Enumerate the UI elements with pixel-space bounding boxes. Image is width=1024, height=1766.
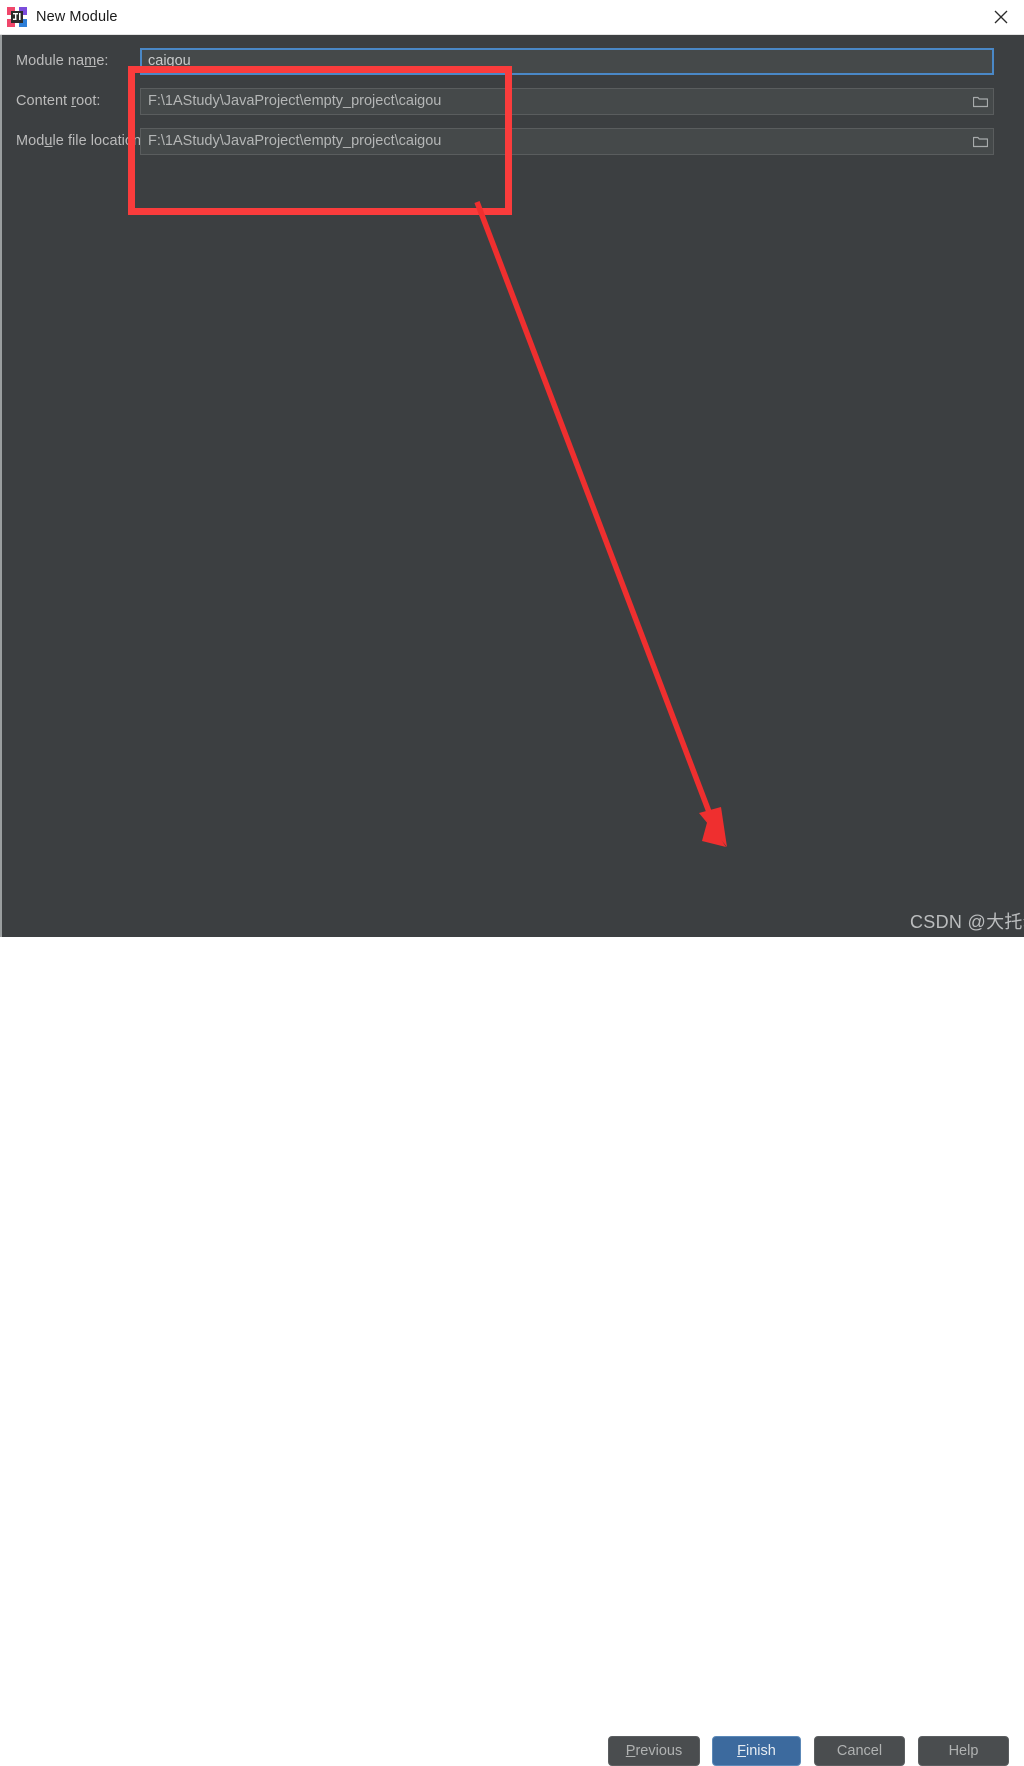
form-row-module-name: Module name: caigou xyxy=(2,47,1024,75)
close-button[interactable] xyxy=(978,0,1024,34)
form-row-module-file-location: Module file location: F:\1AStudy\JavaPro… xyxy=(2,127,1024,155)
new-module-dialog: New Module Module name: caigou Content r xyxy=(0,0,1024,1766)
previous-button[interactable]: Previous xyxy=(608,1736,700,1766)
finish-button[interactable]: Finish xyxy=(712,1736,801,1766)
title-bar-left: New Module xyxy=(0,7,118,27)
module-name-label: Module name: xyxy=(2,53,140,69)
close-icon xyxy=(994,10,1008,24)
form-row-content-root: Content root: F:\1AStudy\JavaProject\emp… xyxy=(2,87,1024,115)
content-root-label-after: oot: xyxy=(76,93,101,109)
finish-label-mnemonic: F xyxy=(737,1743,747,1759)
module-name-label-mnemonic: m xyxy=(84,53,97,69)
module-file-location-label-before: Mod xyxy=(16,133,45,149)
content-root-input[interactable]: F:\1AStudy\JavaProject\empty_project\cai… xyxy=(140,87,994,115)
folder-icon xyxy=(972,95,988,108)
module-file-location-label: Module file location: xyxy=(2,133,145,149)
dialog-footer: Previous Finish Cancel Help xyxy=(2,875,1024,1766)
content-root-value: F:\1AStudy\JavaProject\empty_project\cai… xyxy=(148,93,442,109)
module-name-input[interactable]: caigou xyxy=(140,47,994,75)
previous-label-after: revious xyxy=(635,1743,683,1759)
content-root-browse-button[interactable] xyxy=(967,89,993,114)
folder-icon xyxy=(972,135,988,148)
module-file-location-value: F:\1AStudy\JavaProject\empty_project\cai… xyxy=(148,133,442,149)
title-bar: New Module xyxy=(0,0,1024,35)
module-file-location-input[interactable]: F:\1AStudy\JavaProject\empty_project\cai… xyxy=(140,127,994,155)
intellij-idea-icon xyxy=(7,7,27,27)
finish-label-after: inish xyxy=(746,1743,776,1759)
previous-label-mnemonic: P xyxy=(625,1743,636,1759)
help-label: Help xyxy=(948,1743,979,1759)
module-name-value: caigou xyxy=(148,53,191,69)
dialog-body: Module name: caigou Content root: F:\1AS… xyxy=(0,35,1024,1766)
annotation-red-arrow xyxy=(474,201,727,847)
module-name-label-after: e: xyxy=(96,53,109,69)
window-title: New Module xyxy=(36,9,118,25)
module-file-location-browse-button[interactable] xyxy=(967,129,993,154)
cancel-label: Cancel xyxy=(836,1743,883,1759)
content-root-label-before: Content xyxy=(16,93,72,109)
cancel-button[interactable]: Cancel xyxy=(814,1736,905,1766)
module-name-label-before: Module na xyxy=(16,53,85,69)
help-button[interactable]: Help xyxy=(918,1736,1009,1766)
content-root-label: Content root: xyxy=(2,93,140,109)
module-file-location-label-after: le file location: xyxy=(52,133,146,149)
